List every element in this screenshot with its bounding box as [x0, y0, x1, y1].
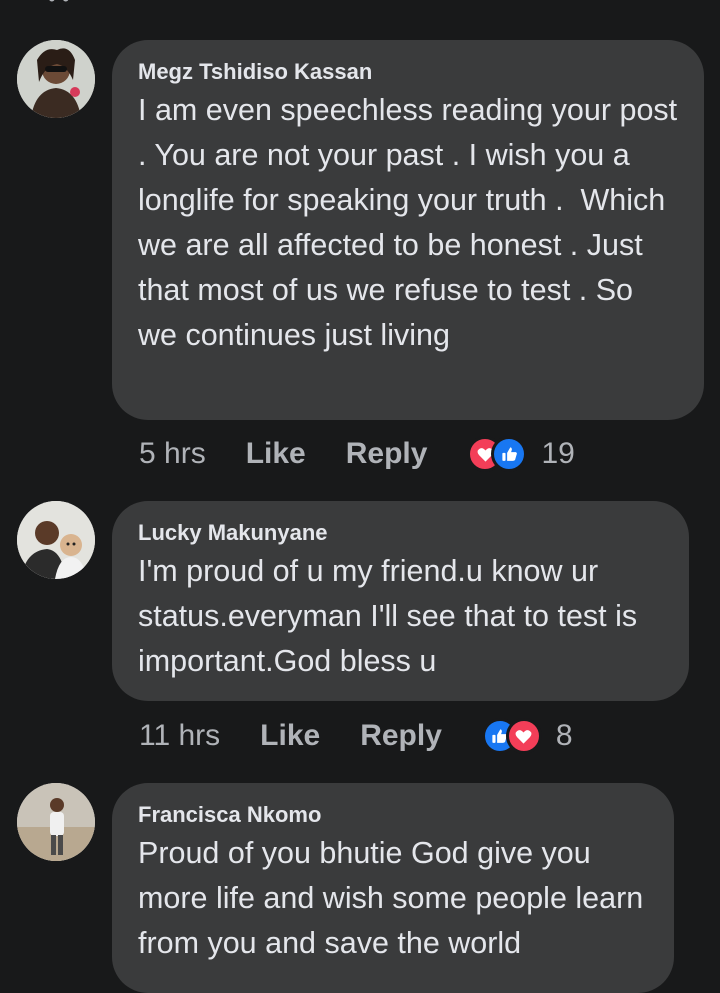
- comment-text: Proud of you bhutie God give you more li…: [138, 836, 652, 960]
- more-options-icon[interactable]: • •: [48, 0, 70, 12]
- like-button[interactable]: Like: [246, 437, 306, 471]
- comment-author[interactable]: Megz Tshidiso Kassan: [138, 58, 678, 86]
- reactions-summary[interactable]: [467, 436, 528, 472]
- comment-text: I am even speechless reading your post .…: [138, 93, 686, 352]
- heart-icon: [505, 718, 542, 754]
- thumbs-up-icon: [491, 436, 528, 472]
- avatar[interactable]: [17, 501, 95, 579]
- reply-button[interactable]: Reply: [360, 719, 442, 753]
- comment-author[interactable]: Francisca Nkomo: [138, 801, 648, 829]
- reactions-summary[interactable]: [481, 718, 542, 754]
- comment-bubble: Lucky Makunyane I'm proud of u my friend…: [112, 501, 689, 701]
- comment-author[interactable]: Lucky Makunyane: [138, 519, 663, 547]
- comment-timestamp[interactable]: 11 hrs: [139, 719, 220, 753]
- reaction-count[interactable]: 19: [541, 437, 574, 471]
- avatar[interactable]: [17, 40, 95, 118]
- reply-button[interactable]: Reply: [346, 437, 428, 471]
- comment-bubble: Megz Tshidiso Kassan I am even speechles…: [112, 40, 704, 420]
- like-button[interactable]: Like: [260, 719, 320, 753]
- comment-actions: 5 hrs Like Reply 19: [139, 434, 575, 474]
- comment-timestamp[interactable]: 5 hrs: [139, 437, 206, 471]
- reaction-count[interactable]: 8: [556, 719, 573, 753]
- comment-actions: 11 hrs Like Reply 8: [139, 716, 573, 756]
- comment-bubble: Francisca Nkomo Proud of you bhutie God …: [112, 783, 674, 993]
- comment-text: I'm proud of u my friend.u know ur statu…: [138, 554, 646, 678]
- avatar[interactable]: [17, 783, 95, 861]
